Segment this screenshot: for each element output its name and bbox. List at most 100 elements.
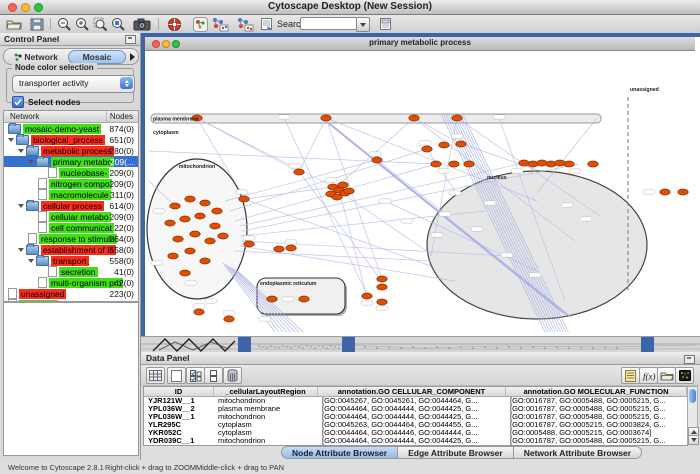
tab-node-attribute-browser[interactable]: Node Attribute Browser <box>281 446 398 459</box>
network-node[interactable] <box>239 196 249 202</box>
tree-item-primary-metabo[interactable]: primary metabo209(... <box>4 156 138 167</box>
new-network-icon[interactable] <box>210 16 230 32</box>
network-node[interactable] <box>344 188 354 194</box>
table-cell[interactable]: YJR121W__1 <box>144 397 214 405</box>
network-node[interactable] <box>180 216 190 222</box>
table-cell[interactable]: [GO:0044464, GO:0044444, GO:0044425, G..… <box>318 413 506 421</box>
table-row[interactable]: YKR052Ccytoplasm[GO:0044464, GO:0044446,… <box>144 429 687 437</box>
network-node[interactable] <box>362 293 372 299</box>
network-node[interactable] <box>377 276 387 282</box>
network-node[interactable] <box>409 115 419 121</box>
tree-item-macromolecule[interactable]: macromolecule311(0) <box>4 189 138 200</box>
table-cell[interactable]: [GO:0005488, GO:0005215, GO:0003674] <box>506 429 687 437</box>
network-node[interactable] <box>195 213 205 219</box>
network-node[interactable] <box>321 115 331 121</box>
expand-arrow-icon[interactable] <box>18 248 24 252</box>
background-window-fragment[interactable] <box>641 337 654 353</box>
network-node[interactable] <box>173 236 183 242</box>
table-cell[interactable]: [GO:0044464, GO:0044444, GO:0044425, G..… <box>318 405 506 413</box>
tree-item-nucleobase-[interactable]: nucleobase-209(0) <box>4 167 138 178</box>
network-node[interactable] <box>267 296 277 302</box>
table-cell[interactable]: plasma membrane <box>214 405 318 413</box>
expand-arrow-icon[interactable] <box>28 259 34 263</box>
function-builder-icon[interactable]: f(x) <box>639 367 658 384</box>
network-node[interactable] <box>449 161 459 167</box>
tab-mosaic[interactable]: Mosaic <box>68 50 126 64</box>
birdseye-view[interactable] <box>3 302 139 456</box>
import-attributes-icon[interactable] <box>657 367 676 384</box>
network-node[interactable] <box>456 141 466 147</box>
background-window-fragment[interactable] <box>238 337 251 353</box>
attribute-table-header[interactable]: ID _cellularLayoutRegion annotation.GO C… <box>144 387 687 397</box>
tree-item-cell-communicat[interactable]: cell communicat22(0) <box>4 222 138 233</box>
tree-item-cellular-process[interactable]: cellular process614(0) <box>4 200 138 211</box>
table-row[interactable]: YPL036W__1mitochondrion[GO:0044464, GO:0… <box>144 413 687 421</box>
tree-item-establishment-of-lo[interactable]: establishment of lo558(0) <box>4 244 138 255</box>
network-node[interactable] <box>185 196 195 202</box>
tab-edge-attribute-browser[interactable]: Edge Attribute Browser <box>398 446 514 459</box>
network-node[interactable] <box>168 253 178 259</box>
table-scrollbar[interactable] <box>687 386 698 444</box>
network-node[interactable] <box>422 146 432 152</box>
table-cell[interactable]: mitochondrion <box>214 413 318 421</box>
network-node[interactable] <box>660 189 670 195</box>
tree-item-unassigned[interactable]: unassigned223(0) <box>4 288 138 299</box>
annotation-icon[interactable] <box>376 16 396 32</box>
expand-arrow-icon[interactable] <box>18 204 24 208</box>
table-row[interactable]: YPL036W__2plasma membrane[GO:0044464, GO… <box>144 405 687 413</box>
column-cellular-component[interactable]: annotation.GO CELLULAR_COMPONENT <box>318 387 506 396</box>
unselect-all-attributes-icon[interactable] <box>204 367 223 384</box>
float-panel-icon[interactable] <box>125 35 136 44</box>
scroll-down-icon[interactable] <box>688 435 699 445</box>
network-node[interactable] <box>431 161 441 167</box>
expand-arrow-icon[interactable] <box>28 160 34 164</box>
zoom-selected-icon[interactable] <box>108 16 128 32</box>
open-file-icon[interactable] <box>4 16 24 32</box>
save-session-icon[interactable] <box>27 16 47 32</box>
table-cell[interactable]: [GO:0044464, GO:0044444, GO:0044425, G..… <box>318 437 506 445</box>
search-dropdown-button[interactable] <box>356 17 370 32</box>
scrollbar-thumb[interactable] <box>689 389 696 403</box>
table-row[interactable]: YDR039C__1mitochondrion[GO:0044464, GO:0… <box>144 437 687 445</box>
table-cell[interactable]: YPL036W__1 <box>144 413 214 421</box>
table-cell[interactable]: [GO:0016787, GO:0005215, GO:0003824, G..… <box>506 421 687 429</box>
table-row[interactable]: YJR121W__1mitochondrion[GO:0045267, GO:0… <box>144 397 687 405</box>
network-node[interactable] <box>165 220 175 226</box>
tab-network-attribute-browser[interactable]: Network Attribute Browser <box>514 446 642 459</box>
table-cell[interactable]: [GO:0045263, GO:0044464, GO:0044455, G..… <box>318 421 506 429</box>
network-node[interactable] <box>185 248 195 254</box>
duplicate-network-icon[interactable] <box>235 16 255 32</box>
table-cell[interactable]: [GO:0016787, GO:0005488, GO:0005215, G..… <box>506 397 687 405</box>
table-cell[interactable]: YDR039C__1 <box>144 437 214 445</box>
notepad-icon[interactable] <box>621 367 640 384</box>
network-canvas[interactable]: plasma membranecytoplasmmitochondrionnuc… <box>145 51 695 332</box>
tree-item-metabolic-process[interactable]: metabolic process280(0) <box>4 145 138 156</box>
table-cell[interactable]: [GO:0016787, GO:0005488, GO:0005215, G..… <box>506 437 687 445</box>
network-node[interactable] <box>180 270 190 276</box>
vizmapper-icon[interactable] <box>190 16 210 32</box>
tree-item-biological-process[interactable]: biological_process651(0) <box>4 134 138 145</box>
help-lifering-icon[interactable] <box>164 16 184 32</box>
tree-item-mosaic-demo-yeast[interactable]: mosaic-demo-yeast874(0) <box>4 123 138 134</box>
network-node[interactable] <box>452 115 462 121</box>
network-node[interactable] <box>274 246 284 252</box>
network-node[interactable] <box>377 299 387 305</box>
table-cell[interactable]: [GO:0016787, GO:0005488, GO:0005215, G..… <box>506 413 687 421</box>
table-cell[interactable]: [GO:0044464, GO:0044446, GO:0044444, G..… <box>318 429 506 437</box>
table-cell[interactable]: YKR052C <box>144 429 214 437</box>
zoom-in-icon[interactable] <box>72 16 92 32</box>
table-cell[interactable]: YLR295C <box>144 421 214 429</box>
delete-attribute-icon[interactable] <box>223 367 242 384</box>
network-node[interactable] <box>224 316 234 322</box>
select-attributes-icon[interactable] <box>146 367 165 384</box>
network-node[interactable] <box>170 203 180 209</box>
tree-item-secretion[interactable]: secretion41(0) <box>4 266 138 277</box>
color-attribute-dropdown[interactable]: transporter activity <box>12 75 135 93</box>
network-node[interactable] <box>564 161 574 167</box>
network-node[interactable] <box>205 238 215 244</box>
float-panel-icon[interactable] <box>684 355 695 364</box>
network-node[interactable] <box>588 161 598 167</box>
table-cell[interactable]: [GO:0045267, GO:0045261, GO:0044464, G..… <box>318 397 506 405</box>
table-cell[interactable]: [GO:0016787, GO:0005488, GO:0005215, G..… <box>506 405 687 413</box>
table-cell[interactable]: cytoplasm <box>214 421 318 429</box>
